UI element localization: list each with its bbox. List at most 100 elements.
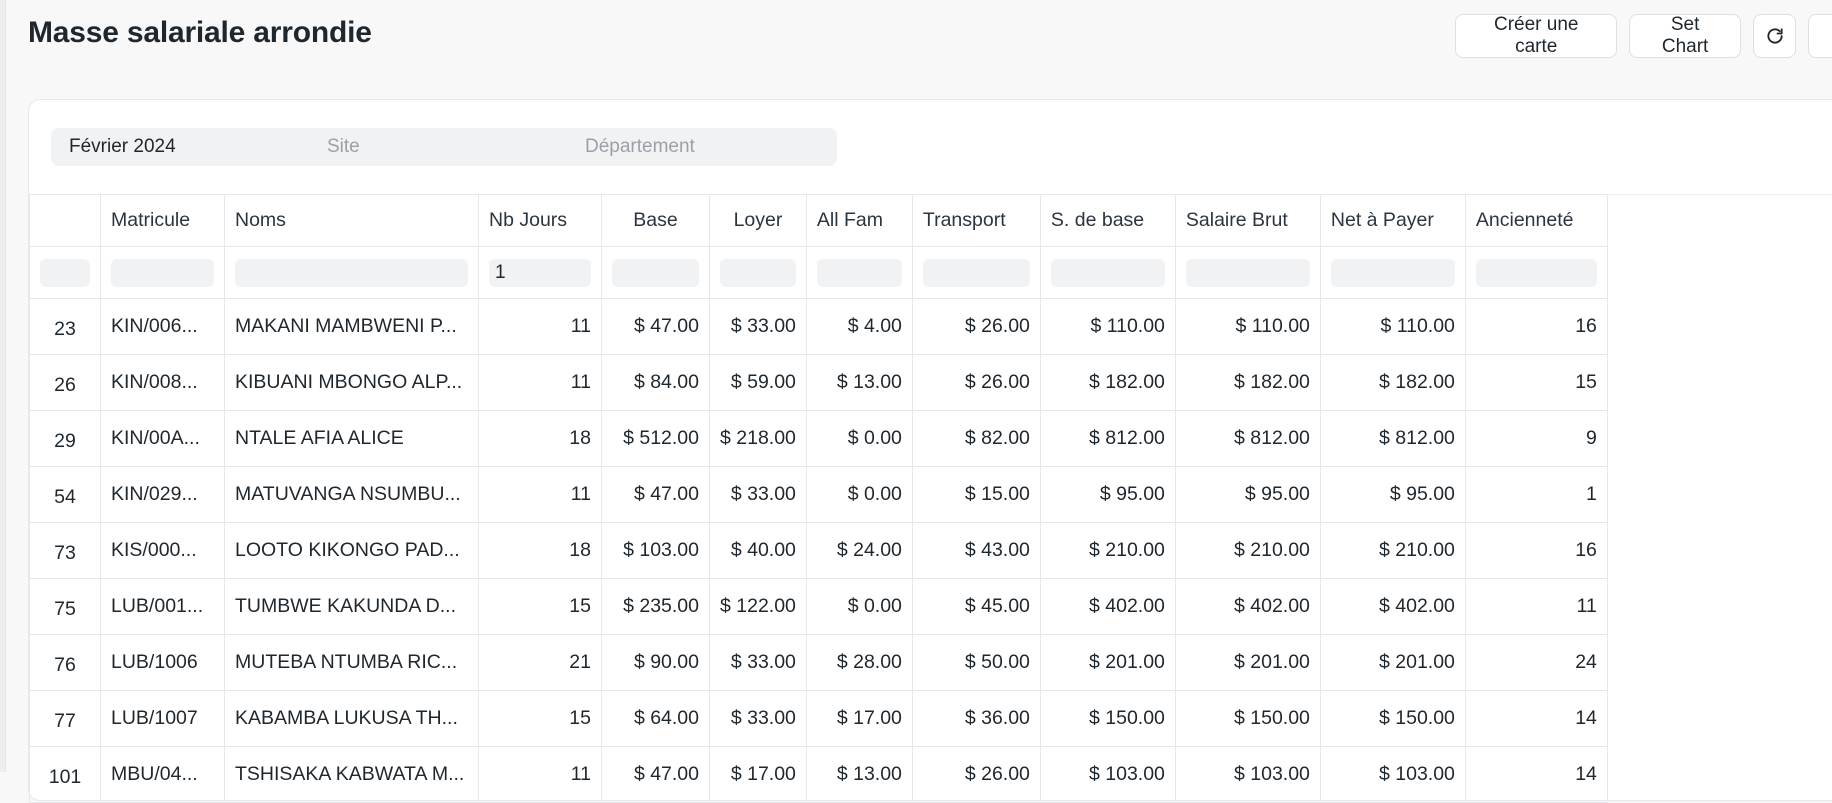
table-row[interactable]: 29 KIN/00A... NTALE AFIA ALICE 18 $ 512.00 $ …: [29, 410, 1608, 467]
table-cell: KIN/008...: [100, 354, 225, 411]
table-cell: $ 24.00: [805, 522, 913, 579]
column-filter-input[interactable]: [1050, 258, 1165, 287]
column-filter-input[interactable]: 1: [489, 258, 591, 287]
column-filter-input[interactable]: [922, 258, 1030, 287]
column-filter-input[interactable]: [1185, 258, 1310, 287]
table-cell: $ 210.00: [1174, 522, 1321, 579]
refresh-icon: [1766, 28, 1783, 44]
table-cell: $ 402.00: [1039, 578, 1176, 635]
column-header-s-de-base[interactable]: S. de base: [1039, 194, 1176, 247]
column-filter-input[interactable]: [1475, 258, 1597, 287]
table-cell: 16: [1464, 522, 1608, 579]
table-cell: $ 50.00: [911, 634, 1041, 691]
table-cell: 18: [478, 522, 602, 579]
table-cell: $ 210.00: [1039, 522, 1176, 579]
table-row[interactable]: 23 KIN/006... MAKANI MAMBWENI P... 11 $ 47.0…: [29, 298, 1608, 355]
column-filter-cell: 1: [478, 246, 602, 299]
create-card-button[interactable]: Créer une carte: [1455, 14, 1618, 58]
column-header-transport[interactable]: Transport: [911, 194, 1041, 247]
more-actions-button[interactable]: [1808, 14, 1832, 58]
table-row[interactable]: 73 KIS/000... LOOTO KIKONGO PAD... 18 $ 103.…: [29, 522, 1608, 579]
column-filter-cell: [1174, 246, 1321, 299]
set-chart-button[interactable]: Set Chart: [1629, 14, 1741, 58]
column-filter-cell: [601, 246, 710, 299]
table-cell: $ 90.00: [601, 634, 710, 691]
period-filter[interactable]: Février 2024: [51, 128, 321, 166]
column-filter-cell: [709, 246, 807, 299]
table-cell: 16: [1464, 298, 1608, 355]
column-filter-input[interactable]: [1330, 258, 1455, 287]
table-cell: $ 95.00: [1319, 466, 1466, 523]
column-header-base[interactable]: Base: [601, 194, 710, 247]
table-cell: 15: [478, 690, 602, 747]
department-filter[interactable]: Département: [567, 128, 837, 166]
table-cell: $ 103.00: [1319, 746, 1466, 803]
column-header-salaire-brut[interactable]: Salaire Brut: [1174, 194, 1321, 247]
table-cell: $ 15.00: [911, 466, 1041, 523]
toolbar: Créer une carte Set Chart: [1455, 14, 1832, 58]
column-header-nb-jours[interactable]: Nb Jours: [478, 194, 602, 247]
column-filter-input[interactable]: [111, 258, 214, 287]
table-cell: $ 28.00: [805, 634, 913, 691]
refresh-button[interactable]: [1752, 14, 1797, 58]
column-filter-cell: [911, 246, 1041, 299]
table-cell: $ 201.00: [1039, 634, 1176, 691]
column-header-matricule[interactable]: Matricule: [100, 194, 225, 247]
table-cell: 1: [1464, 466, 1608, 523]
table-cell: $ 17.00: [709, 746, 807, 803]
table-cell: 75: [29, 578, 101, 635]
table-cell: $ 402.00: [1174, 578, 1321, 635]
column-filter-row: 1: [29, 246, 1608, 299]
table-row[interactable]: 26 KIN/008... KIBUANI MBONGO ALP... 11 $ 84.…: [29, 354, 1608, 411]
table-cell: $ 33.00: [709, 634, 807, 691]
table-row[interactable]: 77 LUB/1007 KABAMBA LUKUSA TH... 15 $ 64.00 $…: [29, 690, 1608, 747]
table-cell: $ 13.00: [805, 354, 913, 411]
table-cell: 23: [29, 298, 101, 355]
table-cell: KIBUANI MBONGO ALP...: [224, 354, 479, 411]
table-cell: LUB/1007: [100, 690, 225, 747]
table-cell: MUTEBA NTUMBA RIC...: [224, 634, 479, 691]
table-cell: 24: [1464, 634, 1608, 691]
table-cell: $ 4.00: [805, 298, 913, 355]
table-cell: $ 47.00: [601, 466, 710, 523]
column-header-noms[interactable]: Noms: [224, 194, 479, 247]
table-cell: $ 122.00: [709, 578, 807, 635]
column-filter-input[interactable]: [612, 258, 699, 287]
table-cell: $ 218.00: [709, 410, 807, 467]
table-cell: $ 150.00: [1039, 690, 1176, 747]
table-row[interactable]: 54 KIN/029... MATUVANGA NSUMBU... 11 $ 47.00…: [29, 466, 1608, 523]
table-cell: $ 26.00: [911, 298, 1041, 355]
table-cell: 29: [29, 410, 101, 467]
table-cell: 11: [478, 466, 602, 523]
table-cell: $ 59.00: [709, 354, 807, 411]
table-cell: 15: [478, 578, 602, 635]
table-row[interactable]: 75 LUB/001... TUMBWE KAKUNDA D... 15 $ 235.0…: [29, 578, 1608, 635]
site-filter[interactable]: Site: [309, 128, 579, 166]
table-cell: 18: [478, 410, 602, 467]
table-cell: 15: [1464, 354, 1608, 411]
table-cell: $ 33.00: [709, 298, 807, 355]
column-filter-cell: [1039, 246, 1176, 299]
column-header-net-a-payer[interactable]: Net à Payer: [1319, 194, 1466, 247]
table-row[interactable]: 76 LUB/1006 MUTEBA NTUMBA RIC... 21 $ 90.00 $…: [29, 634, 1608, 691]
column-header-anciennete[interactable]: Ancienneté: [1464, 194, 1608, 247]
page-title: Masse salariale arrondie: [28, 16, 372, 49]
table-cell: $ 201.00: [1174, 634, 1321, 691]
column-header-index[interactable]: [29, 194, 101, 247]
table-cell: $ 0.00: [805, 578, 913, 635]
table-cell: 11: [478, 746, 602, 803]
column-filter-input[interactable]: [235, 258, 468, 287]
column-filter-input[interactable]: [816, 258, 902, 287]
table-cell: KIS/000...: [100, 522, 225, 579]
table-cell: $ 182.00: [1174, 354, 1321, 411]
table-row[interactable]: 101 MBU/04... TSHISAKA KABWATA M... 11 $ 47.…: [29, 746, 1608, 803]
column-filter-input[interactable]: [40, 258, 90, 287]
column-filter-input[interactable]: [720, 258, 796, 287]
column-header-all-fam[interactable]: All Fam: [805, 194, 913, 247]
table-cell: 76: [29, 634, 101, 691]
table-cell: $ 33.00: [709, 690, 807, 747]
column-header-loyer[interactable]: Loyer: [709, 194, 807, 247]
table-cell: LUB/001...: [100, 578, 225, 635]
report-card: Février 2024 Site Département Matricule …: [28, 99, 1832, 803]
table-cell: $ 84.00: [601, 354, 710, 411]
